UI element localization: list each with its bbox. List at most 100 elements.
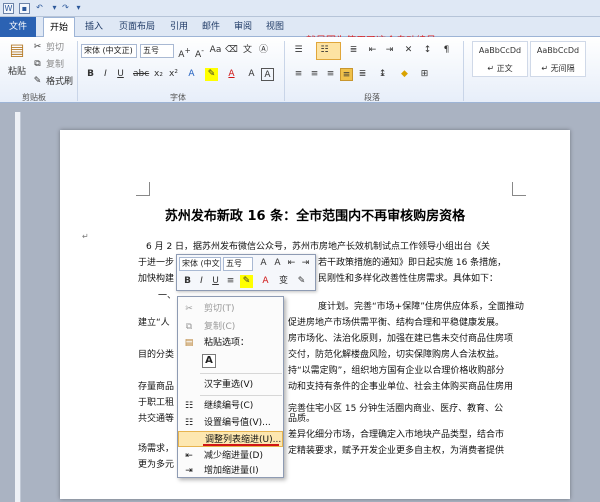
- ribbon-tab-row: 文件 开始 插入 页面布局 引用 邮件 审阅 视图 就是因为使用了这个自动编号: [0, 17, 600, 47]
- tab-file[interactable]: 文件: [0, 17, 36, 37]
- tab-insert[interactable]: 插入: [80, 17, 108, 37]
- paste-icon[interactable]: ▤: [8, 42, 26, 63]
- body-line: 建立“人: [138, 318, 170, 328]
- superscript-icon[interactable]: x²: [167, 68, 180, 81]
- mini-font-name-combo[interactable]: 宋体 (中文: [179, 257, 221, 271]
- menu-copy[interactable]: ⧉ 复制(C): [178, 319, 283, 335]
- menu-cut-label: 剪切(T): [204, 304, 235, 314]
- tab-references[interactable]: 引用: [166, 17, 192, 37]
- paste-button[interactable]: 粘贴: [8, 65, 26, 79]
- body-line: 动和支持有条件的企事业单位、社会主体购买商品住房用: [288, 382, 514, 392]
- italic-icon[interactable]: I: [99, 68, 112, 81]
- bold-icon[interactable]: B: [84, 68, 97, 81]
- document-title: 苏州发布新政 16 条：全市范围内不再审核购房资格: [164, 209, 466, 224]
- group-label-paragraph: 段落: [364, 93, 380, 102]
- font-size-combo[interactable]: 五号: [140, 44, 174, 58]
- style-no-spacing-label: ↵ 无间隔: [541, 64, 575, 73]
- context-menu: ✂ 剪切(T) ⧉ 复制(C) ▤ 粘贴选项： A 汉字重选(V) ☷ 继续编号…: [177, 296, 284, 478]
- copy-icon[interactable]: ⧉: [31, 58, 44, 71]
- tab-home[interactable]: 开始: [43, 17, 75, 38]
- copy-button[interactable]: 复制: [46, 58, 64, 72]
- line-spacing-icon[interactable]: ↨: [376, 68, 389, 81]
- character-shading-icon[interactable]: A: [245, 68, 258, 81]
- vertical-ruler: [15, 112, 21, 502]
- menu-increase-indent-label: 增加缩进量(I): [204, 466, 259, 476]
- style-normal[interactable]: AaBbCcDd ↵ 正文: [472, 41, 528, 77]
- mini-phonetic-icon[interactable]: 变: [277, 275, 290, 288]
- undo-dropdown-icon[interactable]: ▾: [49, 3, 60, 14]
- undo-icon[interactable]: ↶: [34, 3, 45, 14]
- body-line: 目的分类: [138, 350, 175, 360]
- menu-set-number-value[interactable]: ☷ 设置编号值(V)...: [178, 415, 283, 431]
- mini-grow-font-icon[interactable]: A: [257, 257, 270, 270]
- tab-mailings[interactable]: 邮件: [198, 17, 224, 37]
- mini-font-color-icon[interactable]: A: [259, 275, 272, 288]
- increase-indent-icon[interactable]: ⇥: [383, 44, 396, 57]
- align-center-icon[interactable]: ≡: [308, 68, 321, 81]
- menu-increase-indent[interactable]: ⇥ 增加缩进量(I): [178, 463, 283, 479]
- character-border-icon[interactable]: A: [261, 68, 274, 81]
- body-line: 定精装要求，赋予开发企业更多自主权，为消费者提供: [288, 446, 505, 456]
- shading-icon[interactable]: ◆: [398, 68, 411, 81]
- decrease-indent-icon[interactable]: ⇤: [366, 44, 379, 57]
- multilevel-list-icon[interactable]: ≣: [347, 44, 360, 57]
- menu-hanzi-reselect[interactable]: 汉字重选(V): [178, 377, 283, 393]
- mini-format-painter-icon[interactable]: ✎: [295, 275, 308, 288]
- shrink-font-icon[interactable]: A-: [193, 44, 206, 60]
- align-right-icon[interactable]: ≡: [324, 68, 337, 81]
- justify-icon[interactable]: ≡: [340, 68, 353, 81]
- sort-icon[interactable]: ↕: [421, 44, 434, 57]
- style-no-spacing[interactable]: AaBbCcDd ↵ 无间隔: [530, 41, 586, 77]
- cut-icon[interactable]: ✂: [31, 41, 44, 54]
- align-left-icon[interactable]: ≡: [292, 68, 305, 81]
- list-number: 一、: [158, 291, 177, 301]
- mini-highlight-icon[interactable]: ✎: [240, 275, 253, 288]
- show-marks-icon[interactable]: ¶: [440, 44, 453, 57]
- numbering-icon[interactable]: ☷: [318, 44, 331, 57]
- cut-button[interactable]: 剪切: [46, 41, 64, 55]
- menu-cut[interactable]: ✂ 剪切(T): [178, 301, 283, 317]
- redo-icon[interactable]: ↷: [60, 3, 71, 14]
- paste-keep-text-button[interactable]: A: [202, 354, 216, 368]
- font-name-combo[interactable]: 宋体 (中文正): [81, 44, 137, 58]
- format-painter-button[interactable]: 格式刷: [46, 75, 73, 89]
- tab-view[interactable]: 视图: [262, 17, 288, 37]
- style-normal-preview: AaBbCcDd: [478, 46, 522, 55]
- grow-font-icon[interactable]: A+: [178, 44, 191, 60]
- menu-decrease-indent[interactable]: ⇤ 减少缩进量(D): [178, 448, 283, 464]
- mini-bold-icon[interactable]: B: [181, 275, 194, 288]
- customize-qat-icon[interactable]: ▾: [73, 3, 84, 14]
- format-painter-icon[interactable]: ✎: [31, 75, 44, 88]
- mini-decrease-indent-icon[interactable]: ⇤: [285, 257, 298, 270]
- distributed-icon[interactable]: ≣: [356, 68, 369, 81]
- font-color-icon[interactable]: A: [225, 68, 238, 81]
- menu-continue-numbering[interactable]: ☷ 继续编号(C): [178, 398, 283, 414]
- mini-italic-icon[interactable]: I: [195, 275, 208, 288]
- bullets-icon[interactable]: ☰: [292, 44, 305, 57]
- mini-underline-icon[interactable]: U: [209, 275, 222, 288]
- highlight-color-icon[interactable]: ✎: [205, 68, 218, 81]
- phonetic-guide-icon[interactable]: 文: [241, 44, 254, 57]
- text-effects-icon[interactable]: A: [185, 68, 198, 81]
- tab-page-layout[interactable]: 页面布局: [112, 17, 162, 37]
- underline-icon[interactable]: U: [114, 68, 127, 81]
- tab-review[interactable]: 审阅: [230, 17, 256, 37]
- strikethrough-icon[interactable]: abc: [133, 68, 149, 81]
- enclose-char-icon[interactable]: Ⓐ: [257, 44, 270, 57]
- group-label-font: 字体: [170, 93, 186, 102]
- mini-shrink-font-icon[interactable]: A: [271, 257, 284, 270]
- subscript-icon[interactable]: x₂: [152, 68, 165, 81]
- ribbon-separator: [77, 41, 78, 101]
- body-line: 民刚性和多样化改善性住房需求。具体如下：: [318, 274, 499, 284]
- mini-increase-indent-icon[interactable]: ⇥: [299, 257, 312, 270]
- chinese-layout-icon[interactable]: ✕: [402, 44, 415, 57]
- borders-icon[interactable]: ⊞: [418, 68, 431, 81]
- mini-center-icon[interactable]: ≡: [224, 275, 237, 288]
- menu-continue-numbering-label: 继续编号(C): [204, 401, 254, 411]
- paste-icon: ▤: [184, 338, 194, 348]
- change-case-icon[interactable]: Aa: [209, 44, 222, 57]
- mini-font-size-combo[interactable]: 五号: [223, 257, 253, 271]
- save-icon[interactable]: ▪: [19, 3, 30, 14]
- clear-format-icon[interactable]: ⌫: [225, 44, 238, 57]
- copy-icon: ⧉: [185, 322, 193, 332]
